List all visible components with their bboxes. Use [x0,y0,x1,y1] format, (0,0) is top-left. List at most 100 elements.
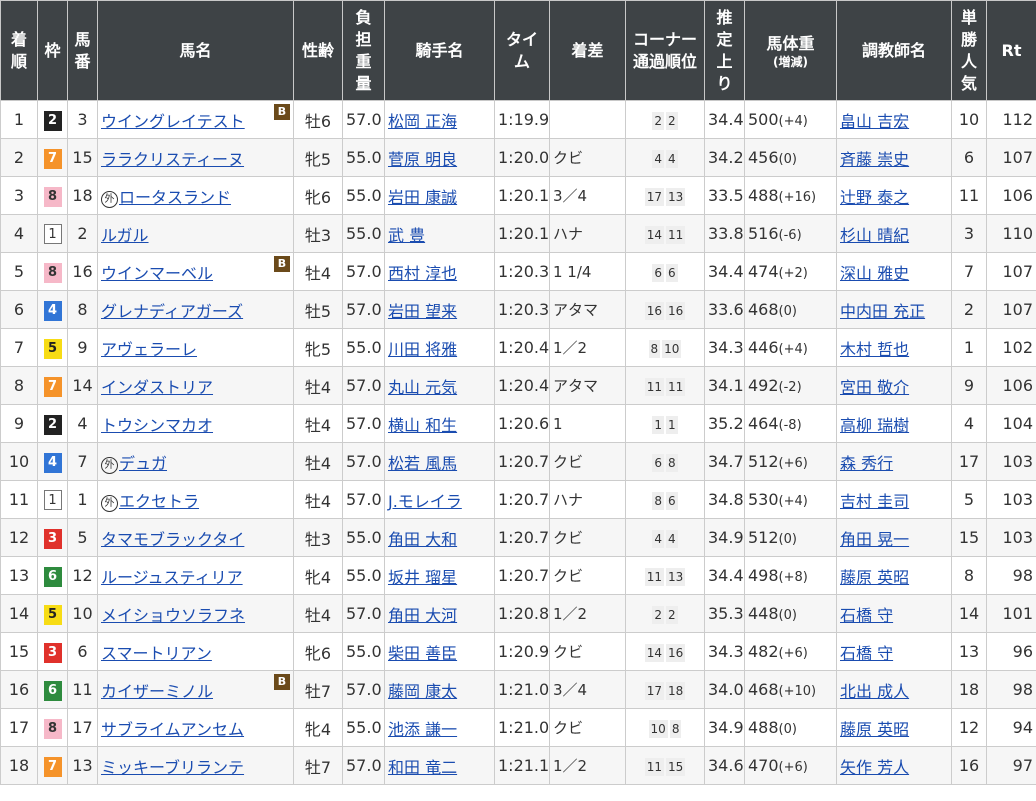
header-weight[interactable]: 負担重量 [342,0,385,101]
jockey-link[interactable]: 武 豊 [388,226,425,245]
header-horse[interactable]: 馬名 [97,0,294,101]
body-value: 492 [748,376,779,395]
time-value: 1:20.4 [498,338,550,357]
header-num[interactable]: 馬番 [67,0,98,101]
horse-link[interactable]: グレナディアガーズ [101,302,243,321]
trainer-link[interactable]: 森 秀行 [840,454,893,473]
corner-pos-2: 11 [666,377,686,396]
weight-cell: 57.0 [342,290,385,329]
header-rt[interactable]: Rt [986,0,1036,101]
jockey-link[interactable]: 角田 大河 [388,606,457,625]
horse-link[interactable]: メイショウソラフネ [101,606,245,625]
header-trainer[interactable]: 調教師名 [836,0,952,101]
jockey-link[interactable]: 藤岡 康太 [388,682,457,701]
trainer-link[interactable]: 吉村 圭司 [840,492,909,511]
horse-link[interactable]: エクセトラ [119,492,199,511]
jockey-link[interactable]: 柴田 善臣 [388,644,457,663]
result-row: 6 4 8 グレナディアガーズ 牡5 57.0 岩田 望来 1:20.3 アタマ 16 16 33.6… [0,290,1036,329]
horse-link[interactable]: ウインマーベル [101,264,213,283]
agari-value: 34.4 [708,262,744,281]
weight-cell: 55.0 [342,632,385,671]
margin-value: ハナ [553,225,584,243]
horse-link[interactable]: アヴェラーレ [101,340,197,359]
trainer-link[interactable]: 宮田 敬介 [840,378,909,397]
trainer-link[interactable]: 中内田 充正 [840,302,925,321]
header-pop[interactable]: 単勝人気 [951,0,987,101]
trainer-link[interactable]: 辻野 泰之 [840,188,909,207]
sexage-value: 牡6 [304,111,332,131]
margin-cell: アタマ [549,366,626,405]
rank-cell: 6 [0,290,38,329]
agari-cell: 33.6 [704,290,745,329]
blinker-icon: B [274,104,290,120]
jockey-link[interactable]: 横山 和生 [388,416,457,435]
jockey-link[interactable]: 角田 大和 [388,530,457,549]
header-body[interactable]: 馬体重 (増減) [744,0,837,101]
jockey-link[interactable]: 岩田 望来 [388,302,457,321]
pop-cell: 13 [951,632,987,671]
trainer-link[interactable]: 藤原 英昭 [840,568,909,587]
horse-link[interactable]: ロータスランド [119,188,231,207]
header-rank[interactable]: 着順 [0,0,38,101]
horse-link[interactable]: ミッキーブリランテ [101,758,244,777]
horse-link[interactable]: タマモブラックタイ [101,530,244,549]
weight-value: 57.0 [346,680,382,699]
trainer-link[interactable]: 杉山 晴紀 [840,226,909,245]
corner-pos-2: 6 [666,263,678,282]
weight-value: 57.0 [346,376,382,395]
header-agari[interactable]: 推定上り [704,0,745,101]
trainer-link[interactable]: 角田 晃一 [840,530,909,549]
horse-link[interactable]: インダストリア [101,378,213,397]
trainer-link[interactable]: 矢作 芳人 [840,758,909,777]
jockey-link[interactable]: 坂井 瑠星 [388,568,457,587]
agari-cell: 34.4 [704,252,745,291]
corner-cell: 66 [625,252,705,291]
result-row: 4 1 2 ルガル 牡3 55.0 武 豊 1:20.1 ハナ 14 11 33.8 516(-6) 杉山… [0,214,1036,253]
header-corner[interactable]: コーナー 通過順位 [625,0,705,101]
jockey-link[interactable]: 菅原 明良 [388,150,457,169]
trainer-link[interactable]: 石橋 守 [840,606,893,625]
trainer-link[interactable]: 木村 哲也 [840,340,909,359]
pop-value: 8 [963,566,975,585]
time-value: 1:20.9 [498,642,550,661]
trainer-link[interactable]: 北出 成人 [840,682,909,701]
trainer-link[interactable]: 石橋 守 [840,644,893,663]
header-waku[interactable]: 枠 [37,0,68,101]
jockey-link[interactable]: 松岡 正海 [388,112,457,131]
jockey-link[interactable]: J.モレイラ [388,492,462,511]
trainer-link[interactable]: 深山 雅史 [840,264,909,283]
horse-link[interactable]: ララクリスティーヌ [101,150,244,169]
trainer-cell: 角田 晃一 [836,518,952,557]
horse-link[interactable]: ルガル [101,226,149,245]
trainer-link[interactable]: 高柳 瑞樹 [840,416,909,435]
horse-link[interactable]: デュガ [119,454,167,473]
trainer-link[interactable]: 藤原 英昭 [840,720,909,739]
body-diff: (+4) [778,114,808,129]
jockey-link[interactable]: 川田 将雅 [388,340,457,359]
horse-link[interactable]: カイザーミノル [101,682,213,701]
num-cell: 9 [67,328,98,367]
horse-link[interactable]: ルージュスティリア [101,568,243,587]
header-time[interactable]: タイム [494,0,550,101]
trainer-link[interactable]: 畠山 吉宏 [840,112,909,131]
pop-value: 12 [958,718,980,737]
horse-link[interactable]: サブライムアンセム [101,720,244,739]
jockey-link[interactable]: 和田 竜二 [388,758,457,777]
trainer-link[interactable]: 斉藤 崇史 [840,150,909,169]
jockey-link[interactable]: 岩田 康誠 [388,188,457,207]
horse-link[interactable]: ウイングレイテスト [101,112,245,131]
margin-cell: クビ [549,138,626,177]
header-jockey[interactable]: 騎手名 [384,0,495,101]
horse-link[interactable]: トウシンマカオ [101,416,213,435]
header-margin[interactable]: 着差 [549,0,626,101]
jockey-link[interactable]: 松若 風馬 [388,454,457,473]
horse-link[interactable]: スマートリアン [101,644,212,663]
header-sexage[interactable]: 性齢 [293,0,343,101]
waku-badge: 3 [43,642,62,663]
num-cell: 7 [67,442,98,481]
jockey-link[interactable]: 池添 謙一 [388,720,457,739]
jockey-link[interactable]: 丸山 元気 [388,378,457,397]
jockey-link[interactable]: 西村 淳也 [388,264,457,283]
header-body-label-1: 馬体重 [766,33,815,53]
result-row: 12 3 5 タマモブラックタイ 牡3 55.0 角田 大和 1:20.7 クビ 4 4 34.9 51… [0,518,1036,557]
